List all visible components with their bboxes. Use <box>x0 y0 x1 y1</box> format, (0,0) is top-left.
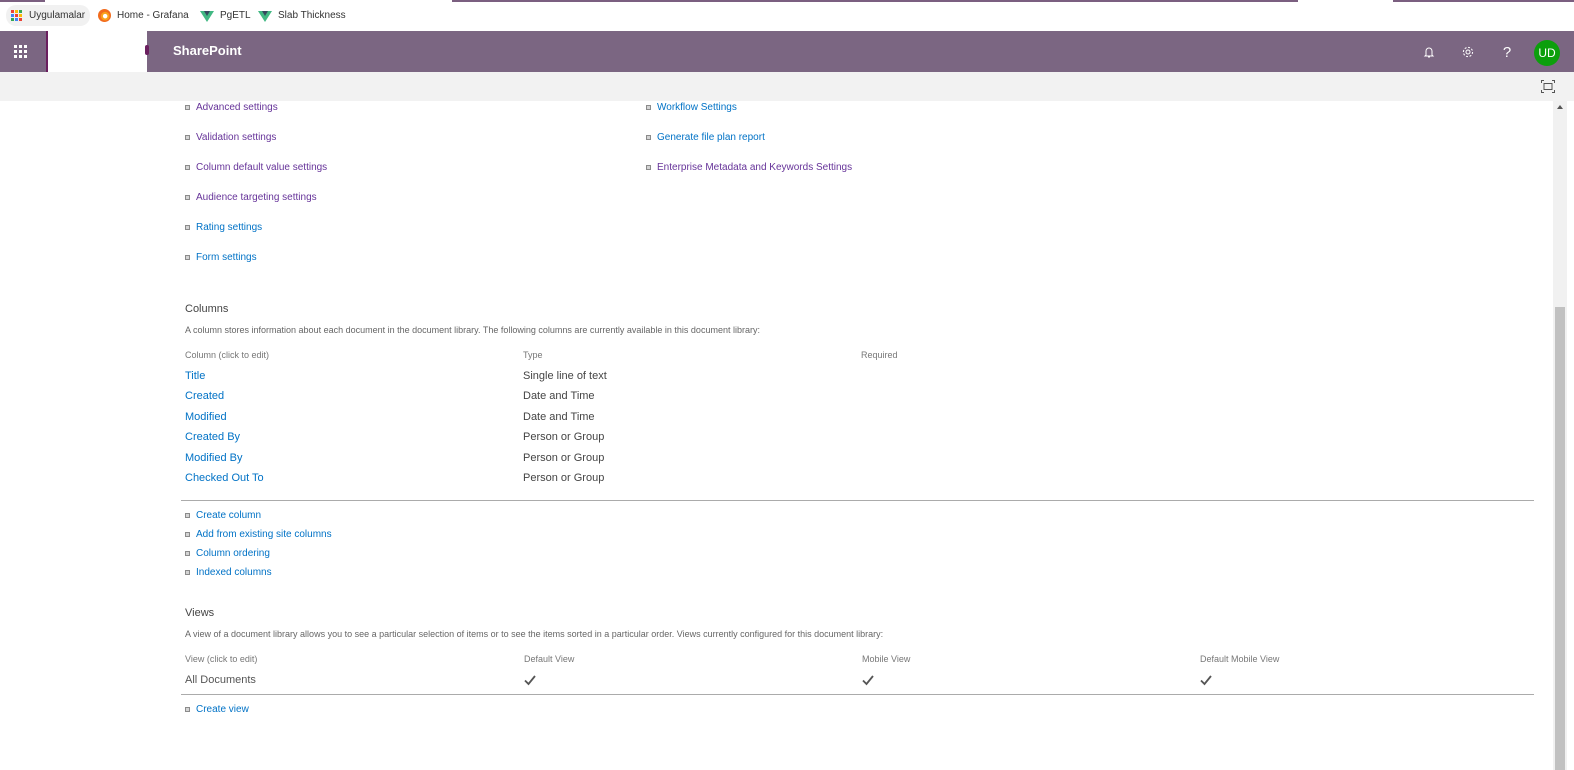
column-link-title[interactable]: Title <box>185 370 205 382</box>
views-section-title: Views <box>185 607 215 619</box>
site-logo[interactable] <box>46 31 149 72</box>
settings-link-validation[interactable]: Validation settings <box>185 132 276 143</box>
indexed-columns-link[interactable]: Indexed columns <box>185 567 272 578</box>
settings-link-advanced[interactable]: Advanced settings <box>185 102 278 113</box>
column-header-name: Column (click to edit) <box>185 350 270 360</box>
bookmark-pgetl[interactable]: PgETL <box>196 5 255 26</box>
bullet-icon <box>646 135 651 140</box>
bullet-icon <box>185 165 190 170</box>
bullet-icon <box>185 105 190 110</box>
settings-link-rating[interactable]: Rating settings <box>185 222 262 233</box>
column-link-modified[interactable]: Modified <box>185 411 227 423</box>
column-link-created-by[interactable]: Created By <box>185 431 240 443</box>
bullet-icon <box>185 707 190 712</box>
bell-icon <box>1423 47 1435 57</box>
settings-link-form[interactable]: Form settings <box>185 252 257 263</box>
bookmark-grafana[interactable]: Home - Grafana <box>94 5 193 26</box>
bullet-icon <box>185 551 190 556</box>
bullet-icon <box>646 105 651 110</box>
gear-icon <box>1462 46 1474 58</box>
bookmark-apps[interactable]: Uygulamalar <box>6 5 91 26</box>
view-header-default-mobile: Default Mobile View <box>1200 654 1280 664</box>
columns-section-description: A column stores information about each d… <box>185 325 760 335</box>
views-section-description: A view of a document library allows you … <box>185 629 884 639</box>
create-view-link[interactable]: Create view <box>185 704 249 715</box>
view-header-mobile: Mobile View <box>862 654 911 664</box>
bullet-icon <box>185 570 190 575</box>
tab-edge <box>452 0 1298 2</box>
suite-bar: SharePoint ? UD <box>0 31 1574 72</box>
bookmark-label: PgETL <box>220 10 251 21</box>
view-link-all-documents[interactable]: All Documents <box>185 674 256 686</box>
settings-link-workflow[interactable]: Workflow Settings <box>646 102 737 113</box>
help-icon: ? <box>1502 43 1512 61</box>
column-link-created[interactable]: Created <box>185 390 224 402</box>
vue-icon <box>200 10 214 22</box>
settings-link-column-default-value[interactable]: Column default value settings <box>185 162 327 173</box>
column-type: Person or Group <box>523 452 605 464</box>
views-divider <box>181 694 1534 695</box>
bookmark-slab-thickness[interactable]: Slab Thickness <box>254 5 350 26</box>
create-column-link[interactable]: Create column <box>185 510 261 521</box>
view-header-name: View (click to edit) <box>185 654 258 664</box>
app-title[interactable]: SharePoint <box>173 43 242 58</box>
column-type: Date and Time <box>523 411 595 423</box>
column-link-checked-out-to[interactable]: Checked Out To <box>185 472 264 484</box>
vertical-scrollbar[interactable] <box>1553 101 1567 770</box>
column-type: Single line of text <box>523 370 607 382</box>
bookmark-label: Uygulamalar <box>29 10 86 21</box>
focus-mode-icon[interactable] <box>1541 80 1555 93</box>
grafana-icon <box>98 9 111 22</box>
scroll-up-arrow-icon[interactable] <box>1557 105 1563 109</box>
column-link-modified-by[interactable]: Modified By <box>185 452 242 464</box>
checkmark-icon <box>1200 675 1212 686</box>
bullet-icon <box>185 255 190 260</box>
apps-grid-icon <box>11 9 23 22</box>
checkmark-icon <box>862 675 874 686</box>
command-bar <box>0 72 1574 101</box>
tab-edge <box>0 0 45 2</box>
bullet-icon <box>646 165 651 170</box>
bullet-icon <box>185 532 190 537</box>
help-button[interactable]: ? <box>1494 39 1520 65</box>
checkmark-icon <box>524 675 536 686</box>
bookmark-label: Slab Thickness <box>278 10 346 21</box>
waffle-icon <box>13 45 27 58</box>
column-type: Date and Time <box>523 390 595 402</box>
settings-link-enterprise-metadata[interactable]: Enterprise Metadata and Keywords Setting… <box>646 162 852 173</box>
bookmarks-bar: Uygulamalar Home - Grafana PgETL Slab Th… <box>0 0 1574 31</box>
scroll-thumb[interactable] <box>1555 307 1565 770</box>
column-header-required: Required <box>861 350 898 360</box>
bullet-icon <box>185 225 190 230</box>
column-type: Person or Group <box>523 472 605 484</box>
bullet-icon <box>185 513 190 518</box>
settings-button[interactable] <box>1455 39 1481 65</box>
bullet-icon <box>185 135 190 140</box>
notifications-button[interactable] <box>1416 39 1442 65</box>
settings-link-audience-targeting[interactable]: Audience targeting settings <box>185 192 317 203</box>
user-avatar[interactable]: UD <box>1534 40 1560 66</box>
columns-divider <box>181 500 1534 501</box>
vue-icon <box>258 10 272 22</box>
column-ordering-link[interactable]: Column ordering <box>185 548 270 559</box>
app-launcher-button[interactable] <box>0 31 40 72</box>
column-header-type: Type <box>523 350 543 360</box>
columns-section-title: Columns <box>185 303 229 315</box>
main-content: Advanced settings Validation settings Co… <box>0 101 1553 770</box>
column-type: Person or Group <box>523 431 605 443</box>
bookmark-label: Home - Grafana <box>117 10 189 21</box>
add-site-columns-link[interactable]: Add from existing site columns <box>185 529 332 540</box>
bullet-icon <box>185 195 190 200</box>
view-header-default: Default View <box>524 654 575 664</box>
settings-link-file-plan-report[interactable]: Generate file plan report <box>646 132 765 143</box>
tab-edge <box>1393 0 1574 2</box>
